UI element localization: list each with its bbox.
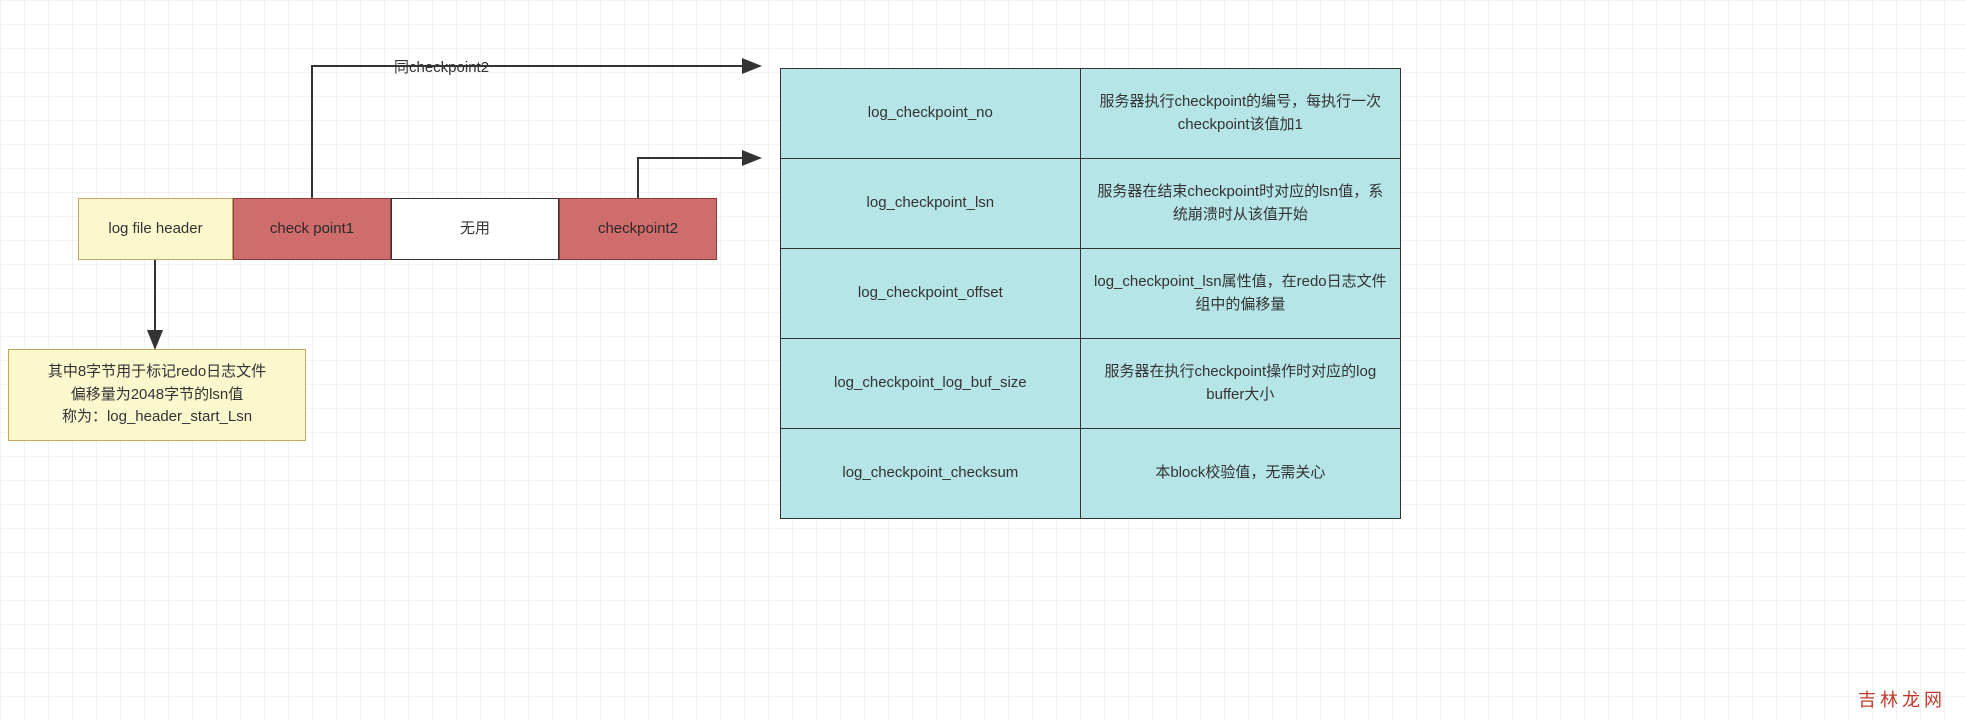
field-name: log_checkpoint_no bbox=[781, 69, 1081, 159]
table-row: log_checkpoint_log_buf_size 服务器在执行checkp… bbox=[781, 339, 1401, 429]
table-row: log_checkpoint_lsn 服务器在结束checkpoint时对应的l… bbox=[781, 159, 1401, 249]
watermark: 吉林龙网 bbox=[1858, 686, 1946, 712]
field-name: log_checkpoint_lsn bbox=[781, 159, 1081, 249]
note-line2: 偏移量为2048字节的lsn值 bbox=[71, 386, 244, 403]
table-row: log_checkpoint_no 服务器执行checkpoint的编号，每执行… bbox=[781, 69, 1401, 159]
block-checkpoint1: check point1 bbox=[233, 198, 391, 260]
field-desc: 服务器执行checkpoint的编号，每执行一次checkpoint该值加1 bbox=[1080, 69, 1400, 159]
block-log-file-header: log file header bbox=[78, 198, 233, 260]
field-name: log_checkpoint_checksum bbox=[781, 429, 1081, 519]
checkpoint-fields-table: log_checkpoint_no 服务器执行checkpoint的编号，每执行… bbox=[780, 68, 1401, 519]
field-name: log_checkpoint_log_buf_size bbox=[781, 339, 1081, 429]
field-desc: log_checkpoint_lsn属性值，在redo日志文件组中的偏移量 bbox=[1080, 249, 1400, 339]
field-desc: 服务器在执行checkpoint操作时对应的log buffer大小 bbox=[1080, 339, 1400, 429]
note-line3: 称为：log_header_start_Lsn bbox=[62, 408, 252, 425]
note-line1: 其中8字节用于标记redo日志文件 bbox=[48, 363, 266, 380]
table-row: log_checkpoint_checksum 本block校验值，无需关心 bbox=[781, 429, 1401, 519]
field-desc: 本block校验值，无需关心 bbox=[1080, 429, 1400, 519]
field-desc: 服务器在结束checkpoint时对应的lsn值，系统崩溃时从该值开始 bbox=[1080, 159, 1400, 249]
table-row: log_checkpoint_offset log_checkpoint_lsn… bbox=[781, 249, 1401, 339]
block-unused: 无用 bbox=[391, 198, 559, 260]
field-name: log_checkpoint_offset bbox=[781, 249, 1081, 339]
block-checkpoint2: checkpoint2 bbox=[559, 198, 717, 260]
note-log-header-start-lsn: 其中8字节用于标记redo日志文件 偏移量为2048字节的lsn值 称为：log… bbox=[8, 349, 306, 441]
annotation-same-checkpoint2: 同checkpoint2 bbox=[394, 56, 489, 77]
